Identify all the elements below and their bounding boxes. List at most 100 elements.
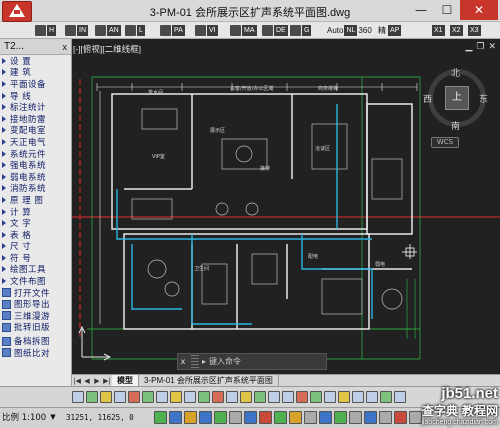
dimension-icon[interactable] [352, 391, 364, 403]
lineweight-icon[interactable] [274, 411, 287, 424]
save-icon[interactable] [100, 391, 112, 403]
array-icon[interactable] [324, 391, 336, 403]
ribbon-tab-manage[interactable]: MA [230, 24, 257, 37]
viewcube-north-label[interactable]: 北 [451, 66, 460, 79]
drawing-canvas[interactable]: 茶水间 会客/开放/办公区域 商务楼梯 展示区 VIP室 接待 洽谈区 卫生间 配电 弱电 [-]… [72, 39, 500, 374]
selection-cycling-icon[interactable] [319, 411, 332, 424]
ribbon-tab-featured[interactable]: 精 AP [378, 24, 402, 37]
drawing-close-icon[interactable]: ✕ [488, 42, 496, 52]
annotation-monitor-icon[interactable] [334, 411, 347, 424]
command-line-close-icon[interactable]: x [178, 357, 188, 366]
tab-prev-button[interactable]: ◀ [82, 377, 92, 385]
move-icon[interactable] [212, 391, 224, 403]
match-icon[interactable] [184, 391, 196, 403]
fillet-icon[interactable] [338, 391, 350, 403]
offset-icon[interactable] [282, 391, 294, 403]
ribbon-tab-express[interactable]: DE [262, 24, 288, 37]
screen-menu-submenu[interactable]: 标注统计 [0, 101, 71, 113]
ribbon-tab-annotate[interactable]: AN [95, 24, 121, 37]
undo-icon[interactable] [128, 391, 140, 403]
erase-icon[interactable] [296, 391, 308, 403]
ribbon-tab-home[interactable]: H [35, 24, 57, 37]
screen-menu-submenu[interactable]: 天正电气 [0, 136, 71, 148]
grid-icon[interactable] [169, 411, 182, 424]
screen-menu-submenu[interactable]: 导 线 [0, 90, 71, 101]
ribbon-tab-x1[interactable]: X1 [432, 24, 445, 37]
ribbon-tab-x3[interactable]: X3 [468, 24, 481, 37]
ribbon-tab-view[interactable]: VI [195, 24, 218, 37]
screen-menu-command[interactable]: 图形导出 [0, 298, 71, 310]
maximize-button[interactable]: ☐ [434, 0, 460, 20]
annotation-scale-icon[interactable] [364, 411, 377, 424]
command-line-grip[interactable] [191, 355, 199, 368]
tab-first-button[interactable]: |◀ [72, 377, 82, 385]
screen-menu-command[interactable]: 打开文件 [0, 287, 71, 298]
trim-icon[interactable] [254, 391, 266, 403]
block-icon[interactable] [394, 391, 406, 403]
scale-selector[interactable]: 比例 1:100 ▼ [2, 411, 56, 423]
copy-icon[interactable] [198, 391, 210, 403]
viewcube-west-label[interactable]: 西 [423, 92, 432, 105]
command-input[interactable]: 键入命令 [209, 356, 241, 367]
lock-icon[interactable] [394, 411, 407, 424]
layer-icon[interactable] [156, 391, 168, 403]
dyn-icon[interactable] [259, 411, 272, 424]
table-icon[interactable] [380, 391, 392, 403]
screen-menu-submenu[interactable]: 文件布图 [0, 275, 71, 287]
screen-menu-command[interactable]: 备档拆图 [0, 335, 71, 347]
tab-last-button[interactable]: ▶| [102, 377, 112, 385]
wcs-menu[interactable]: WCS [431, 137, 459, 148]
color-icon[interactable] [170, 391, 182, 403]
mirror-icon[interactable] [310, 391, 322, 403]
open-icon[interactable] [86, 391, 98, 403]
ribbon-tab-x2[interactable]: X2 [450, 24, 463, 37]
command-line[interactable]: x ▸ 键入命令 [177, 353, 327, 370]
screen-menu-submenu[interactable]: 接地防雷 [0, 113, 71, 125]
drawing-restore-icon[interactable]: ❐ [476, 42, 484, 52]
rotate-icon[interactable] [226, 391, 238, 403]
workspace-icon[interactable] [379, 411, 392, 424]
tab-next-button[interactable]: ▶ [92, 377, 102, 385]
ribbon-tab-g[interactable]: G [290, 24, 312, 37]
tab-model[interactable]: 模型 [112, 374, 139, 387]
viewcube-face-top[interactable]: 上 [445, 86, 469, 110]
screen-menu-submenu[interactable]: 平面设备 [0, 78, 71, 90]
screen-menu-submenu[interactable]: 消防系统 [0, 183, 71, 194]
drawing-minimize-icon[interactable]: ▁ [465, 42, 472, 52]
transparency-icon[interactable] [289, 411, 302, 424]
new-file-icon[interactable] [72, 391, 84, 403]
screen-menu-submenu[interactable]: 设 置 [0, 55, 71, 67]
ribbon-tab-autodesk360[interactable]: Auto NL 360 [327, 24, 372, 37]
snap-icon[interactable] [154, 411, 167, 424]
osnap-icon[interactable] [214, 411, 227, 424]
ortho-icon[interactable] [184, 411, 197, 424]
scale-icon[interactable] [240, 391, 252, 403]
tab-drawing-layout[interactable]: 3-PM-01 会所展示区扩声系统平面图 [139, 374, 279, 387]
screen-menu-submenu[interactable]: 尺 寸 [0, 241, 71, 252]
screen-menu-submenu[interactable]: 绘图工具 [0, 264, 71, 275]
close-button[interactable]: ✕ [460, 0, 498, 20]
viewport-controls-label[interactable]: [-][俯视][二维线框] [73, 43, 141, 55]
ribbon-tab-insert[interactable]: IN [65, 24, 88, 37]
ribbon-tab-parametric[interactable]: PA [160, 24, 185, 37]
screen-menu-submenu[interactable]: 弱电系统 [0, 171, 71, 183]
screen-menu-submenu[interactable]: 变配电室 [0, 125, 71, 136]
model-space-icon[interactable] [349, 411, 362, 424]
screen-menu-submenu[interactable]: 建 筑 [0, 67, 71, 78]
ribbon-tab-layout[interactable]: L [125, 24, 145, 37]
screen-menu-submenu[interactable]: 强电系统 [0, 159, 71, 171]
polar-icon[interactable] [199, 411, 212, 424]
text-icon[interactable] [366, 391, 378, 403]
screen-menu-submenu[interactable]: 系统元件 [0, 148, 71, 159]
print-icon[interactable] [114, 391, 126, 403]
screen-menu-submenu[interactable]: 计 算 [0, 206, 71, 217]
viewcube-east-label[interactable]: 东 [479, 92, 488, 105]
extend-icon[interactable] [268, 391, 280, 403]
screen-menu-submenu[interactable]: 原 理 图 [0, 194, 71, 206]
minimize-button[interactable]: — [408, 0, 434, 20]
screen-menu-command[interactable]: 三维漫游 [0, 310, 71, 322]
redo-icon[interactable] [142, 391, 154, 403]
screen-menu-submenu[interactable]: 文 字 [0, 217, 71, 229]
screen-menu-submenu[interactable]: 表 格 [0, 229, 71, 241]
panel-close-button[interactable]: x [63, 39, 68, 55]
